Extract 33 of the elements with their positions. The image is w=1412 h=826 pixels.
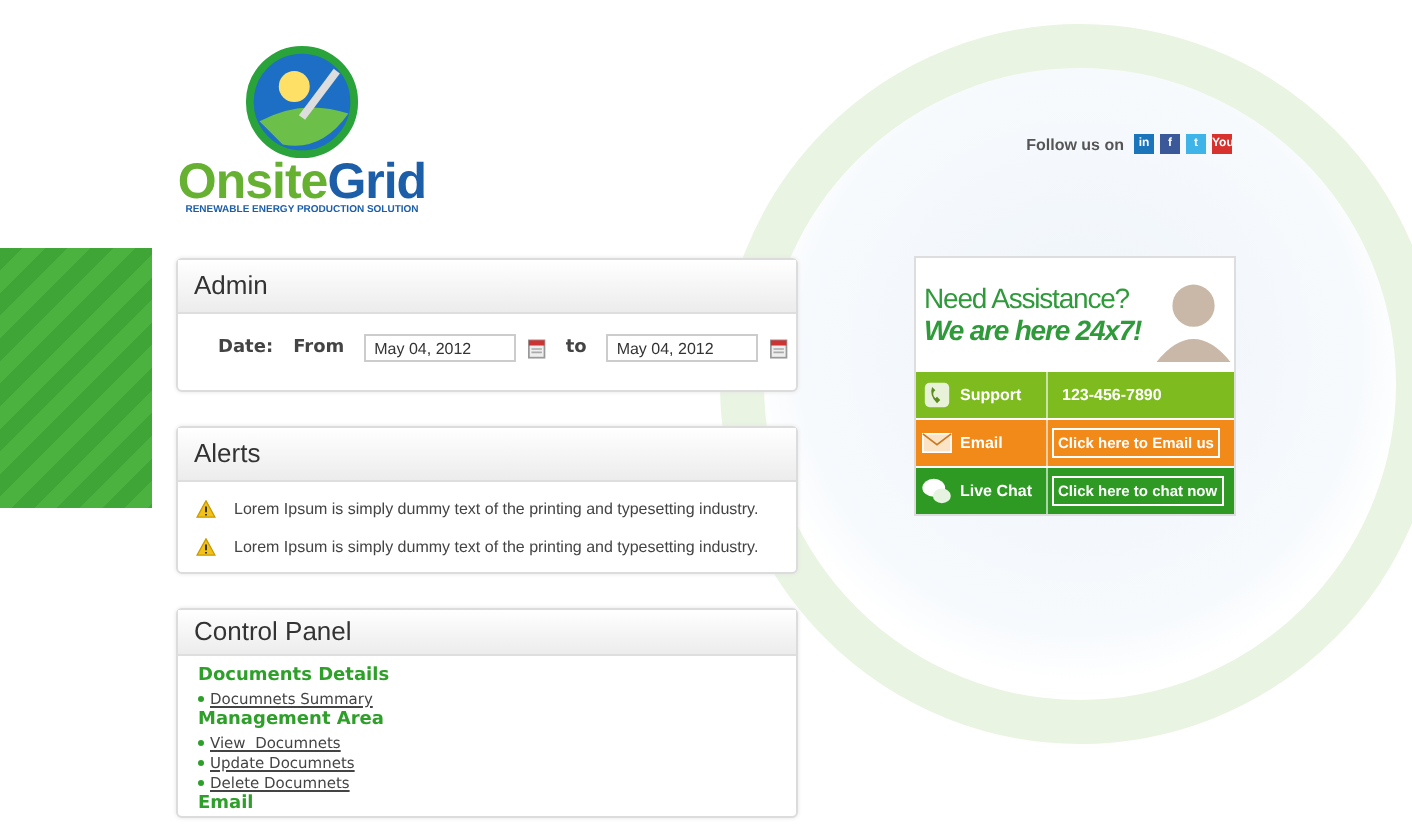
panel-title: Alerts xyxy=(178,428,796,482)
contact-label: Support xyxy=(960,386,1022,404)
calendar-icon[interactable] xyxy=(528,337,546,359)
to-label: to xyxy=(565,338,587,358)
panel-title: Admin xyxy=(178,260,796,314)
phone-number: 123-456-7890 xyxy=(1062,386,1162,404)
from-label: From xyxy=(293,338,345,358)
section-heading: Management Area xyxy=(198,710,386,732)
phone-icon xyxy=(922,382,952,408)
contact-label: Live Chat xyxy=(960,482,1033,500)
alert-text: Lorem Ipsum is simply dummy text of the printing and typesetting industry. xyxy=(234,500,759,518)
bullet-icon xyxy=(198,759,204,765)
bullet-icon xyxy=(198,695,204,701)
section-heading: Documents Details xyxy=(198,666,392,688)
contact-label: Email xyxy=(960,434,1003,452)
bullet-icon xyxy=(198,779,204,785)
date-field[interactable]: May 04, 2012 xyxy=(606,334,759,362)
follow-label: Follow us on xyxy=(1026,135,1124,153)
assistance-tagline: We are here 24x7! xyxy=(924,314,1144,346)
date-field[interactable]: May 04, 2012 xyxy=(364,334,517,362)
warning-icon xyxy=(196,538,216,556)
panel-title: Control Panel xyxy=(178,610,796,656)
warning-icon xyxy=(196,500,216,518)
bullet-icon xyxy=(198,739,204,745)
assistance-heading: Need Assistance? xyxy=(924,282,1131,314)
section-heading: Email xyxy=(198,794,256,816)
envelope-icon xyxy=(922,430,952,456)
calendar-icon[interactable] xyxy=(770,337,788,359)
globe-logo-icon xyxy=(244,44,360,160)
alert-text: Lorem Ipsum is simply dummy text of the printing and typesetting industry. xyxy=(234,538,759,556)
speech-bubbles-icon xyxy=(922,478,952,504)
logo-wordmark: OnsiteGrid xyxy=(177,160,427,204)
date-label: Date: xyxy=(218,338,274,358)
